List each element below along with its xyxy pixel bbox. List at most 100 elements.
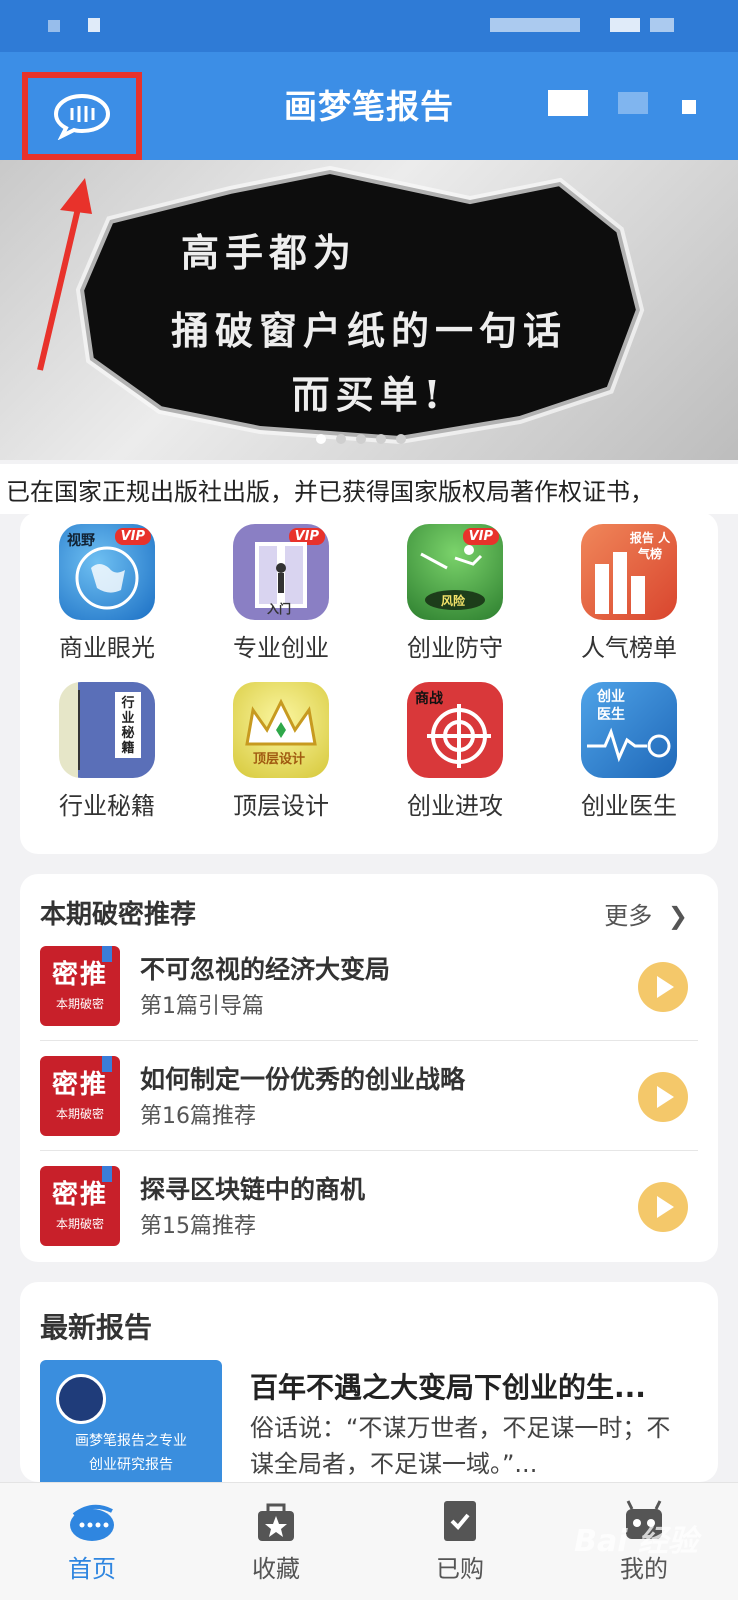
header-action-icon[interactable] (618, 92, 648, 114)
cover-caption-1: 画梦笔报告之专业 (75, 1433, 187, 1449)
purchased-icon (436, 1499, 484, 1543)
status-bar (0, 0, 738, 52)
category-popularity-rank[interactable]: 报告 人气榜 人气榜单 (542, 524, 716, 663)
tab-label: 收藏 (252, 1555, 300, 1583)
more-label: 更多 (604, 902, 653, 930)
header-action-icon[interactable] (682, 100, 696, 114)
play-button[interactable] (638, 1072, 688, 1122)
chevron-right-icon: ❯ (667, 902, 688, 930)
banner-line-3: 而买单! (291, 372, 447, 417)
book-icon: 行业秘籍 (59, 682, 155, 778)
recommend-item[interactable]: 密推 本期破密 探寻区块链中的商机 第15篇推荐 (40, 1166, 698, 1276)
play-button[interactable] (638, 962, 688, 1012)
battery-icon (650, 18, 674, 32)
more-link[interactable]: 更多 ❯ (604, 896, 688, 931)
category-industry-secrets[interactable]: 行业秘籍 行业秘籍 (20, 682, 194, 821)
divider (40, 1150, 698, 1151)
banner-line-2: 捅破窗户纸的一句话 (170, 308, 567, 353)
status-indicator (610, 18, 640, 32)
report-thumbnail: 密推 本期破密 (40, 1056, 120, 1136)
category-label: 顶层设计 (233, 792, 329, 820)
stethoscope-icon: 创业 医生 (581, 682, 677, 778)
category-startup-doctor[interactable]: 创业 医生 创业医生 (542, 682, 716, 821)
carousel-dot (316, 434, 326, 444)
item-title: 如何制定一份优秀的创业战略 (140, 1065, 466, 1094)
category-label: 专业创业 (233, 634, 329, 662)
crown-icon: 顶层设计 (233, 682, 329, 778)
globe-icon: VIP 视野 (59, 524, 155, 620)
annotation-arrow-icon (37, 178, 92, 371)
category-label: 创业医生 (581, 792, 677, 820)
jump-icon: VIP 风险 (407, 524, 503, 620)
item-subtitle: 第16篇推荐 (140, 1104, 256, 1129)
category-business-vision[interactable]: VIP 视野 商业眼光 (20, 524, 194, 663)
header-actions[interactable] (548, 88, 708, 122)
carousel-dot (376, 434, 386, 444)
banner-carousel[interactable]: 高手都为 捅破窗户纸的一句话 而买单! (0, 160, 738, 460)
report-headline[interactable]: 百年不遇之大变局下创业的生... (250, 1366, 690, 1406)
bookmark-ribbon-icon (102, 1056, 112, 1072)
bookmark-bag-icon (252, 1499, 300, 1543)
latest-reports-section: 最新报告 画梦笔报告之专业 创业研究报告 百年不遇之大变局下创业的生... 俗话… (20, 1282, 718, 1500)
report-thumbnail: 密推 本期破密 (40, 1166, 120, 1246)
watermark: Bai 经验 (574, 1524, 698, 1559)
divider (40, 1040, 698, 1041)
category-top-design[interactable]: 顶层设计 顶层设计 (194, 682, 368, 821)
icon-tag: 风险 (441, 594, 466, 608)
section-title: 最新报告 (40, 1311, 153, 1344)
status-indicator (490, 18, 580, 32)
play-button[interactable] (638, 1182, 688, 1232)
app-header: 画梦笔报告 (0, 52, 738, 160)
category-label: 创业进攻 (407, 792, 503, 820)
category-label: 商业眼光 (59, 634, 155, 662)
carousel-dot (356, 434, 366, 444)
recommend-section: 本期破密推荐 更多 ❯ 密推 本期破密 不可忽视的经济大变局 第1篇引导篇 密推… (20, 874, 718, 1262)
status-indicator (48, 20, 60, 32)
item-subtitle: 第1篇引导篇 (140, 994, 264, 1019)
item-title: 不可忽视的经济大变局 (140, 955, 391, 984)
bookmark-ribbon-icon (102, 1166, 112, 1182)
carousel-dot (396, 434, 406, 444)
rank-icon: 报告 人气榜 (581, 524, 677, 620)
header-action-icon[interactable] (548, 90, 588, 116)
item-subtitle: 第15篇推荐 (140, 1214, 256, 1239)
icon-tag: 顶层设计 (253, 752, 306, 767)
category-label: 行业秘籍 (59, 792, 155, 820)
category-label: 创业防守 (407, 634, 503, 662)
home-icon (68, 1499, 116, 1543)
globe-lines-icon (75, 546, 139, 610)
carousel-indicator (316, 434, 406, 444)
report-thumbnail: 密推 本期破密 (40, 946, 120, 1026)
tab-label: 首页 (68, 1555, 116, 1583)
section-title: 本期破密推荐 (40, 900, 197, 930)
carousel-dot (336, 434, 346, 444)
category-grid: VIP 视野 商业眼光 VIP 入门 专业创业 VIP 风险 创业防守 报告 人… (20, 512, 718, 854)
thumbnail-small-text: 本期破密 (55, 997, 104, 1011)
target-icon: 商战 (407, 682, 503, 778)
notice-marquee[interactable]: 已在国家正规出版社出版，并已获得国家版权局著作权证书， (0, 464, 738, 514)
emblem-icon (56, 1374, 106, 1424)
icon-tag: 创业 医生 (597, 689, 625, 723)
tab-home[interactable]: 首页 (0, 1483, 184, 1600)
cover-caption-2: 创业研究报告 (89, 1457, 173, 1473)
report-cover-image[interactable]: 画梦笔报告之专业 创业研究报告 (40, 1360, 222, 1500)
tab-label: 已购 (436, 1555, 484, 1583)
notice-text: 已在国家正规出版社出版，并已获得国家版权局著作权证书， (6, 478, 654, 506)
category-startup-defense[interactable]: VIP 风险 创业防守 (368, 524, 542, 663)
icon-tag: 报告 人气榜 (629, 531, 671, 561)
tab-favorites[interactable]: 收藏 (184, 1483, 368, 1600)
status-indicator (88, 18, 100, 32)
report-description: 俗话说：“不谋万世者，不足谋一时；不谋全局者，不足谋一域。”... (250, 1414, 671, 1478)
thumbnail-small-text: 本期破密 (55, 1107, 104, 1121)
category-startup-offense[interactable]: 商战 创业进攻 (368, 682, 542, 821)
category-pro-startup[interactable]: VIP 入门 专业创业 (194, 524, 368, 663)
book-binding-icon (78, 690, 141, 770)
category-label: 人气榜单 (581, 634, 677, 662)
icon-tag: 商战 (415, 691, 443, 707)
icon-tag: 入门 (267, 602, 292, 616)
item-title: 探寻区块链中的商机 (140, 1175, 366, 1204)
icon-tag: 行业秘籍 (121, 696, 135, 756)
tab-purchased[interactable]: 已购 (368, 1483, 552, 1600)
door-icon: VIP 入门 (233, 524, 329, 620)
thumbnail-small-text: 本期破密 (55, 1217, 104, 1231)
